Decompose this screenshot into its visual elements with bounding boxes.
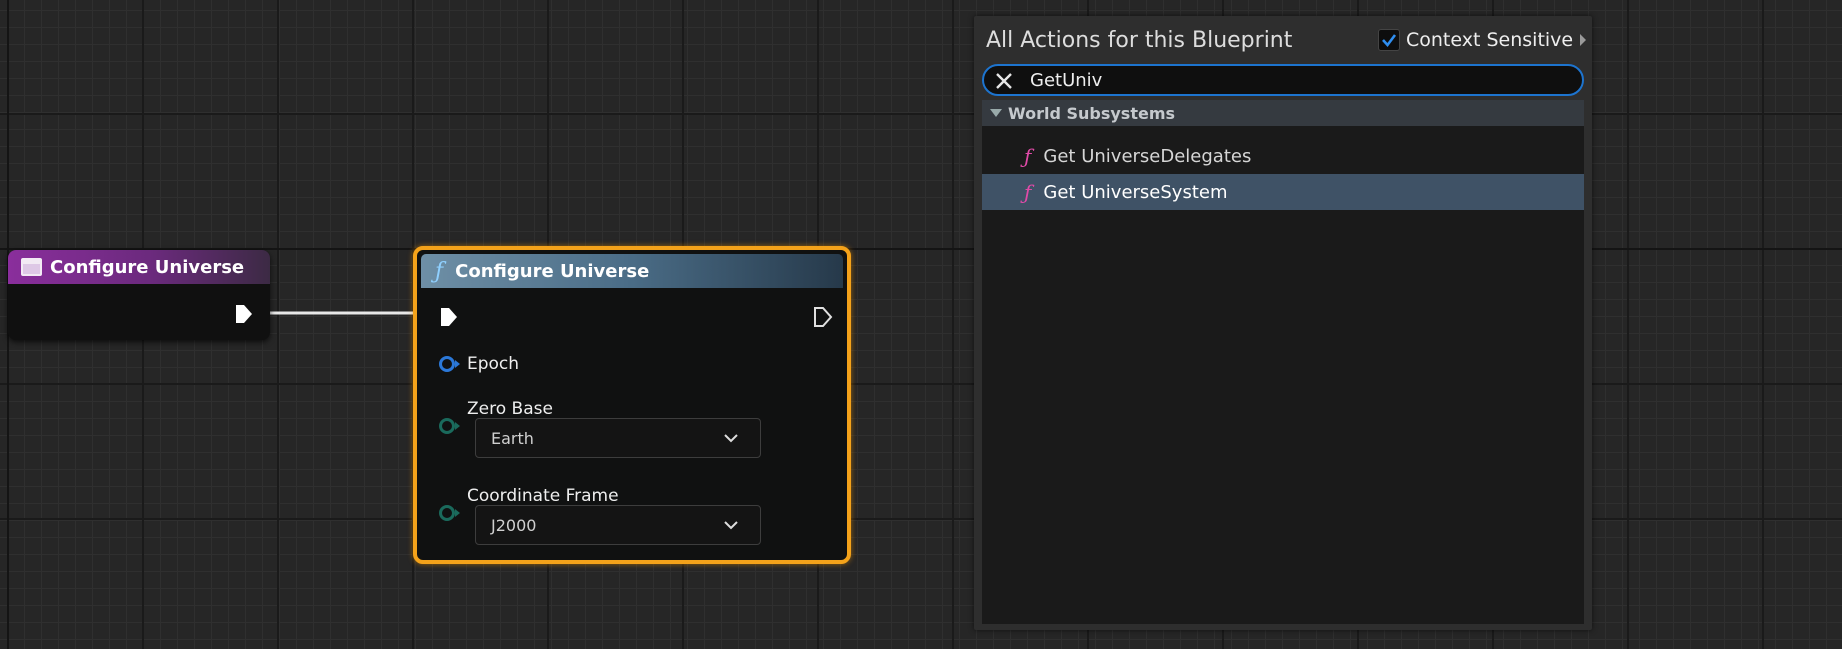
zero-base-pin[interactable]: [438, 416, 462, 436]
function-icon: ƒ: [1024, 144, 1032, 168]
coordinate-frame-dropdown[interactable]: J2000: [475, 505, 761, 545]
chevron-down-icon: [724, 434, 738, 443]
event-node-header[interactable]: Configure Universe: [8, 250, 270, 284]
context-sensitive-toggle[interactable]: Context Sensitive: [1378, 29, 1587, 51]
exec-in-pin[interactable]: [439, 306, 459, 328]
action-item-label: Get UniverseDelegates: [1043, 145, 1252, 167]
event-node-configure-universe[interactable]: Configure Universe: [8, 250, 270, 340]
search-input[interactable]: [1030, 69, 1550, 91]
checkmark-icon: [1382, 34, 1397, 48]
coordinate-frame-pin[interactable]: [438, 503, 462, 523]
exec-out-pin[interactable]: [813, 306, 833, 328]
zero-base-value: Earth: [491, 428, 534, 448]
action-menu-title: All Actions for this Blueprint: [986, 28, 1293, 53]
function-node-title: Configure Universe: [455, 260, 650, 282]
category-label: World Subsystems: [1008, 103, 1176, 123]
context-sensitive-label: Context Sensitive: [1406, 29, 1574, 51]
action-list: World Subsystems ƒ Get UniverseDelegates…: [982, 100, 1584, 624]
function-icon: ƒ: [435, 258, 444, 284]
epoch-label: Epoch: [467, 354, 520, 374]
chevron-right-icon[interactable]: [1579, 33, 1587, 47]
context-sensitive-checkbox[interactable]: [1378, 29, 1400, 51]
category-world-subsystems[interactable]: World Subsystems: [982, 100, 1584, 126]
collapse-triangle-icon: [990, 109, 1002, 117]
exec-out-pin[interactable]: [234, 303, 254, 325]
action-item-get-universe-delegates[interactable]: ƒ Get UniverseDelegates: [982, 138, 1584, 174]
coordinate-frame-label: Coordinate Frame: [467, 486, 619, 506]
zero-base-label: Zero Base: [467, 399, 553, 419]
coordinate-frame-value: J2000: [491, 515, 537, 535]
action-item-label: Get UniverseSystem: [1043, 181, 1228, 203]
search-box[interactable]: [982, 64, 1584, 96]
action-item-get-universe-system[interactable]: ƒ Get UniverseSystem: [982, 174, 1584, 210]
function-icon: ƒ: [1024, 180, 1032, 204]
chevron-down-icon: [724, 521, 738, 530]
function-node-configure-universe[interactable]: ƒ Configure Universe Epoch Zero Base Ear…: [413, 246, 851, 564]
zero-base-dropdown[interactable]: Earth: [475, 418, 761, 458]
clear-search-icon[interactable]: [994, 71, 1014, 91]
epoch-pin[interactable]: [438, 354, 462, 374]
event-icon: [21, 258, 42, 276]
event-node-title: Configure Universe: [50, 256, 245, 278]
function-node-header[interactable]: ƒ Configure Universe: [421, 254, 843, 288]
action-menu: All Actions for this Blueprint Context S…: [974, 16, 1592, 630]
